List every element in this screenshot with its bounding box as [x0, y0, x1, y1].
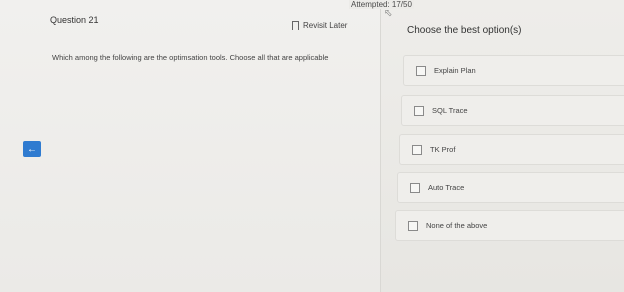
option-sql-trace[interactable]: SQL Trace — [402, 96, 624, 125]
option-label: TK Prof — [430, 145, 456, 154]
checkbox[interactable] — [412, 144, 422, 155]
option-none-of-the-above[interactable]: None of the above — [396, 211, 624, 240]
option-label: None of the above — [426, 221, 488, 230]
options-heading: Choose the best option(s) — [407, 25, 522, 36]
question-text: Which among the following are the optims… — [52, 53, 329, 62]
option-label: Auto Trace — [428, 183, 465, 192]
checkbox[interactable] — [416, 65, 426, 76]
option-explain-plan[interactable]: Explain Plan — [404, 56, 624, 85]
arrow-left-icon: ← — [27, 143, 37, 155]
option-tk-prof[interactable]: TK Prof — [400, 135, 624, 164]
checkbox[interactable] — [410, 182, 420, 193]
checkbox[interactable] — [414, 105, 424, 116]
bookmark-icon — [292, 21, 299, 31]
mouse-pointer-icon: ⬁ — [384, 8, 393, 19]
revisit-later-label: Revisit Later — [303, 21, 348, 30]
revisit-later-button[interactable]: Revisit Later — [292, 21, 348, 31]
question-pane — [0, 0, 380, 292]
option-auto-trace[interactable]: Auto Trace — [398, 173, 624, 202]
back-button[interactable]: ← — [23, 141, 41, 157]
option-label: Explain Plan — [434, 66, 476, 75]
question-number: Question 21 — [50, 15, 99, 25]
checkbox[interactable] — [408, 220, 418, 231]
option-label: SQL Trace — [432, 106, 468, 115]
attempted-counter: Attempted: 17/50 — [349, 0, 414, 9]
